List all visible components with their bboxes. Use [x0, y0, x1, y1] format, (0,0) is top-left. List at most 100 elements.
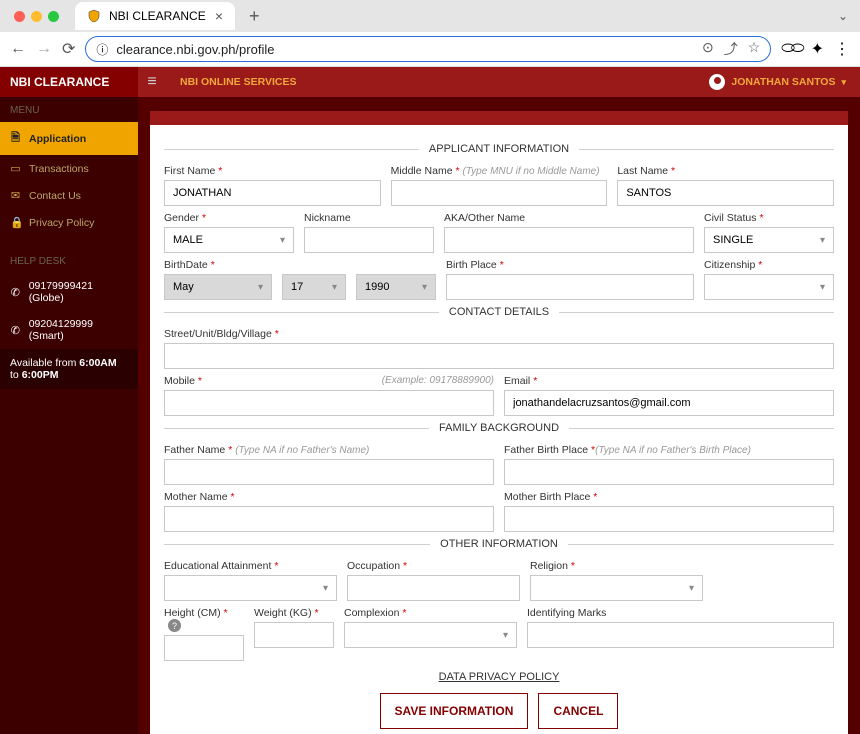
religion-select[interactable]: [530, 575, 703, 601]
sidebar-item-label: Privacy Policy: [29, 217, 94, 229]
chevron-down-icon: ▾: [841, 77, 846, 88]
middle-name-label: Middle Name: [391, 165, 453, 177]
birthplace-label: Birth Place: [446, 259, 497, 271]
privacy-policy-link[interactable]: DATA PRIVACY POLICY: [164, 671, 834, 683]
reload-icon[interactable]: ⟳: [62, 39, 75, 59]
sidebar-item-privacy[interactable]: 🔒 Privacy Policy: [0, 209, 138, 236]
sidebar-item-application[interactable]: 🗎 Application: [0, 122, 138, 155]
sidebar-item-label: Contact Us: [29, 190, 81, 202]
height-label: Height (CM): [164, 607, 221, 619]
aka-input[interactable]: [444, 227, 694, 253]
app-header: NBI CLEARANCE ≡ NBI ONLINE SERVICES JONA…: [0, 67, 860, 97]
mobile-input[interactable]: [164, 390, 494, 416]
header-services-link[interactable]: NBI ONLINE SERVICES: [166, 76, 297, 88]
phone-number: 09204129999 (Smart): [29, 318, 128, 342]
incognito-mask-icon[interactable]: ⬭⬭: [781, 40, 800, 58]
site-info-icon[interactable]: ⓘ: [96, 41, 108, 58]
citizenship-select[interactable]: [704, 274, 834, 300]
complexion-label: Complexion: [344, 607, 399, 619]
bookmark-star-icon[interactable]: ☆: [748, 39, 761, 59]
accent-bar: [150, 111, 848, 125]
sidebar-item-transactions[interactable]: ▭ Transactions: [0, 155, 138, 182]
civil-status-label: Civil Status: [704, 212, 757, 224]
middle-name-hint: (Type MNU if no Middle Name): [462, 166, 599, 177]
middle-name-input[interactable]: [391, 180, 608, 206]
father-bp-label: Father Birth Place: [504, 444, 588, 456]
section-other: OTHER INFORMATION: [164, 538, 834, 550]
back-icon[interactable]: ←: [10, 40, 26, 58]
street-label: Street/Unit/Bldg/Village: [164, 328, 272, 340]
tab-title: NBI CLEARANCE: [109, 9, 206, 23]
father-name-input[interactable]: [164, 459, 494, 485]
phone-icon: ✆: [10, 324, 21, 337]
occupation-input[interactable]: [347, 575, 520, 601]
help-icon[interactable]: ?: [168, 619, 181, 632]
browser-tab[interactable]: NBI CLEARANCE ×: [75, 2, 235, 30]
birthdate-label: BirthDate: [164, 259, 208, 271]
user-menu[interactable]: JONATHAN SANTOS ▾: [709, 74, 860, 90]
close-tab-icon[interactable]: ×: [215, 8, 223, 24]
civil-status-select[interactable]: SINGLE: [704, 227, 834, 253]
weight-input[interactable]: [254, 622, 334, 648]
share-icon[interactable]: ⤴: [724, 39, 738, 59]
sidebar-item-contact[interactable]: ✉ Contact Us: [0, 182, 138, 209]
nickname-input[interactable]: [304, 227, 434, 253]
section-family: FAMILY BACKGROUND: [164, 422, 834, 434]
birth-month-select[interactable]: May: [164, 274, 272, 300]
document-icon: 🗎: [10, 129, 21, 148]
url-bar: ← → ⟳ ⓘ clearance.nbi.gov.ph/profile ⊙ ⤴…: [0, 32, 860, 66]
street-input[interactable]: [164, 343, 834, 369]
search-lens-icon[interactable]: ⊙: [702, 39, 714, 59]
edu-label: Educational Attainment: [164, 560, 271, 572]
email-input[interactable]: [504, 390, 834, 416]
menu-toggle-icon[interactable]: ≡: [138, 73, 166, 91]
birthplace-input[interactable]: [446, 274, 694, 300]
browser-menu-icon[interactable]: ⋮: [834, 39, 850, 59]
marks-input[interactable]: [527, 622, 834, 648]
mother-bp-label: Mother Birth Place: [504, 491, 590, 503]
father-bp-input[interactable]: [504, 459, 834, 485]
forward-icon[interactable]: →: [36, 40, 52, 58]
close-window-icon[interactable]: [14, 11, 25, 22]
avatar-icon: [709, 74, 725, 90]
address-bar[interactable]: ⓘ clearance.nbi.gov.ph/profile ⊙ ⤴ ☆: [85, 36, 771, 62]
mother-name-label: Mother Name: [164, 491, 228, 503]
url-text: clearance.nbi.gov.ph/profile: [116, 42, 694, 57]
father-name-label: Father Name: [164, 444, 225, 456]
education-select[interactable]: [164, 575, 337, 601]
helpdesk-phone-smart: ✆ 09204129999 (Smart): [0, 311, 138, 349]
save-button[interactable]: SAVE INFORMATION: [380, 693, 529, 729]
phone-icon: ✆: [10, 286, 21, 299]
tab-bar: NBI CLEARANCE × + ⌄: [0, 0, 860, 32]
first-name-input[interactable]: [164, 180, 381, 206]
cancel-button[interactable]: CANCEL: [538, 693, 618, 729]
maximize-window-icon[interactable]: [48, 11, 59, 22]
mother-name-input[interactable]: [164, 506, 494, 532]
birth-year-select[interactable]: 1990: [356, 274, 436, 300]
religion-label: Religion: [530, 560, 568, 572]
weight-label: Weight (KG): [254, 607, 312, 619]
height-input[interactable]: [164, 635, 244, 661]
mother-bp-input[interactable]: [504, 506, 834, 532]
citizenship-label: Citizenship: [704, 259, 755, 271]
aka-label: AKA/Other Name: [444, 212, 694, 224]
last-name-input[interactable]: [617, 180, 834, 206]
father-bp-hint: (Type NA if no Father's Birth Place): [595, 445, 751, 456]
gender-select[interactable]: MALE: [164, 227, 294, 253]
menu-heading: MENU: [0, 97, 138, 122]
mac-window-dots: [8, 11, 59, 22]
sidebar: MENU 🗎 Application ▭ Transactions ✉ Cont…: [0, 97, 138, 734]
minimize-window-icon[interactable]: [31, 11, 42, 22]
lock-icon: 🔒: [10, 216, 21, 229]
section-applicant: APPLICANT INFORMATION: [164, 143, 834, 155]
tabs-overflow-icon[interactable]: ⌄: [838, 9, 848, 23]
mail-icon: ✉: [10, 189, 21, 202]
brand-title: NBI CLEARANCE: [0, 67, 138, 97]
new-tab-icon[interactable]: +: [243, 6, 266, 27]
complexion-select[interactable]: [344, 622, 517, 648]
occupation-label: Occupation: [347, 560, 400, 572]
birth-day-select[interactable]: 17: [282, 274, 346, 300]
last-name-label: Last Name: [617, 165, 668, 177]
mobile-hint: (Example: 09178889900): [382, 375, 494, 386]
extensions-icon[interactable]: ✦: [811, 39, 824, 59]
